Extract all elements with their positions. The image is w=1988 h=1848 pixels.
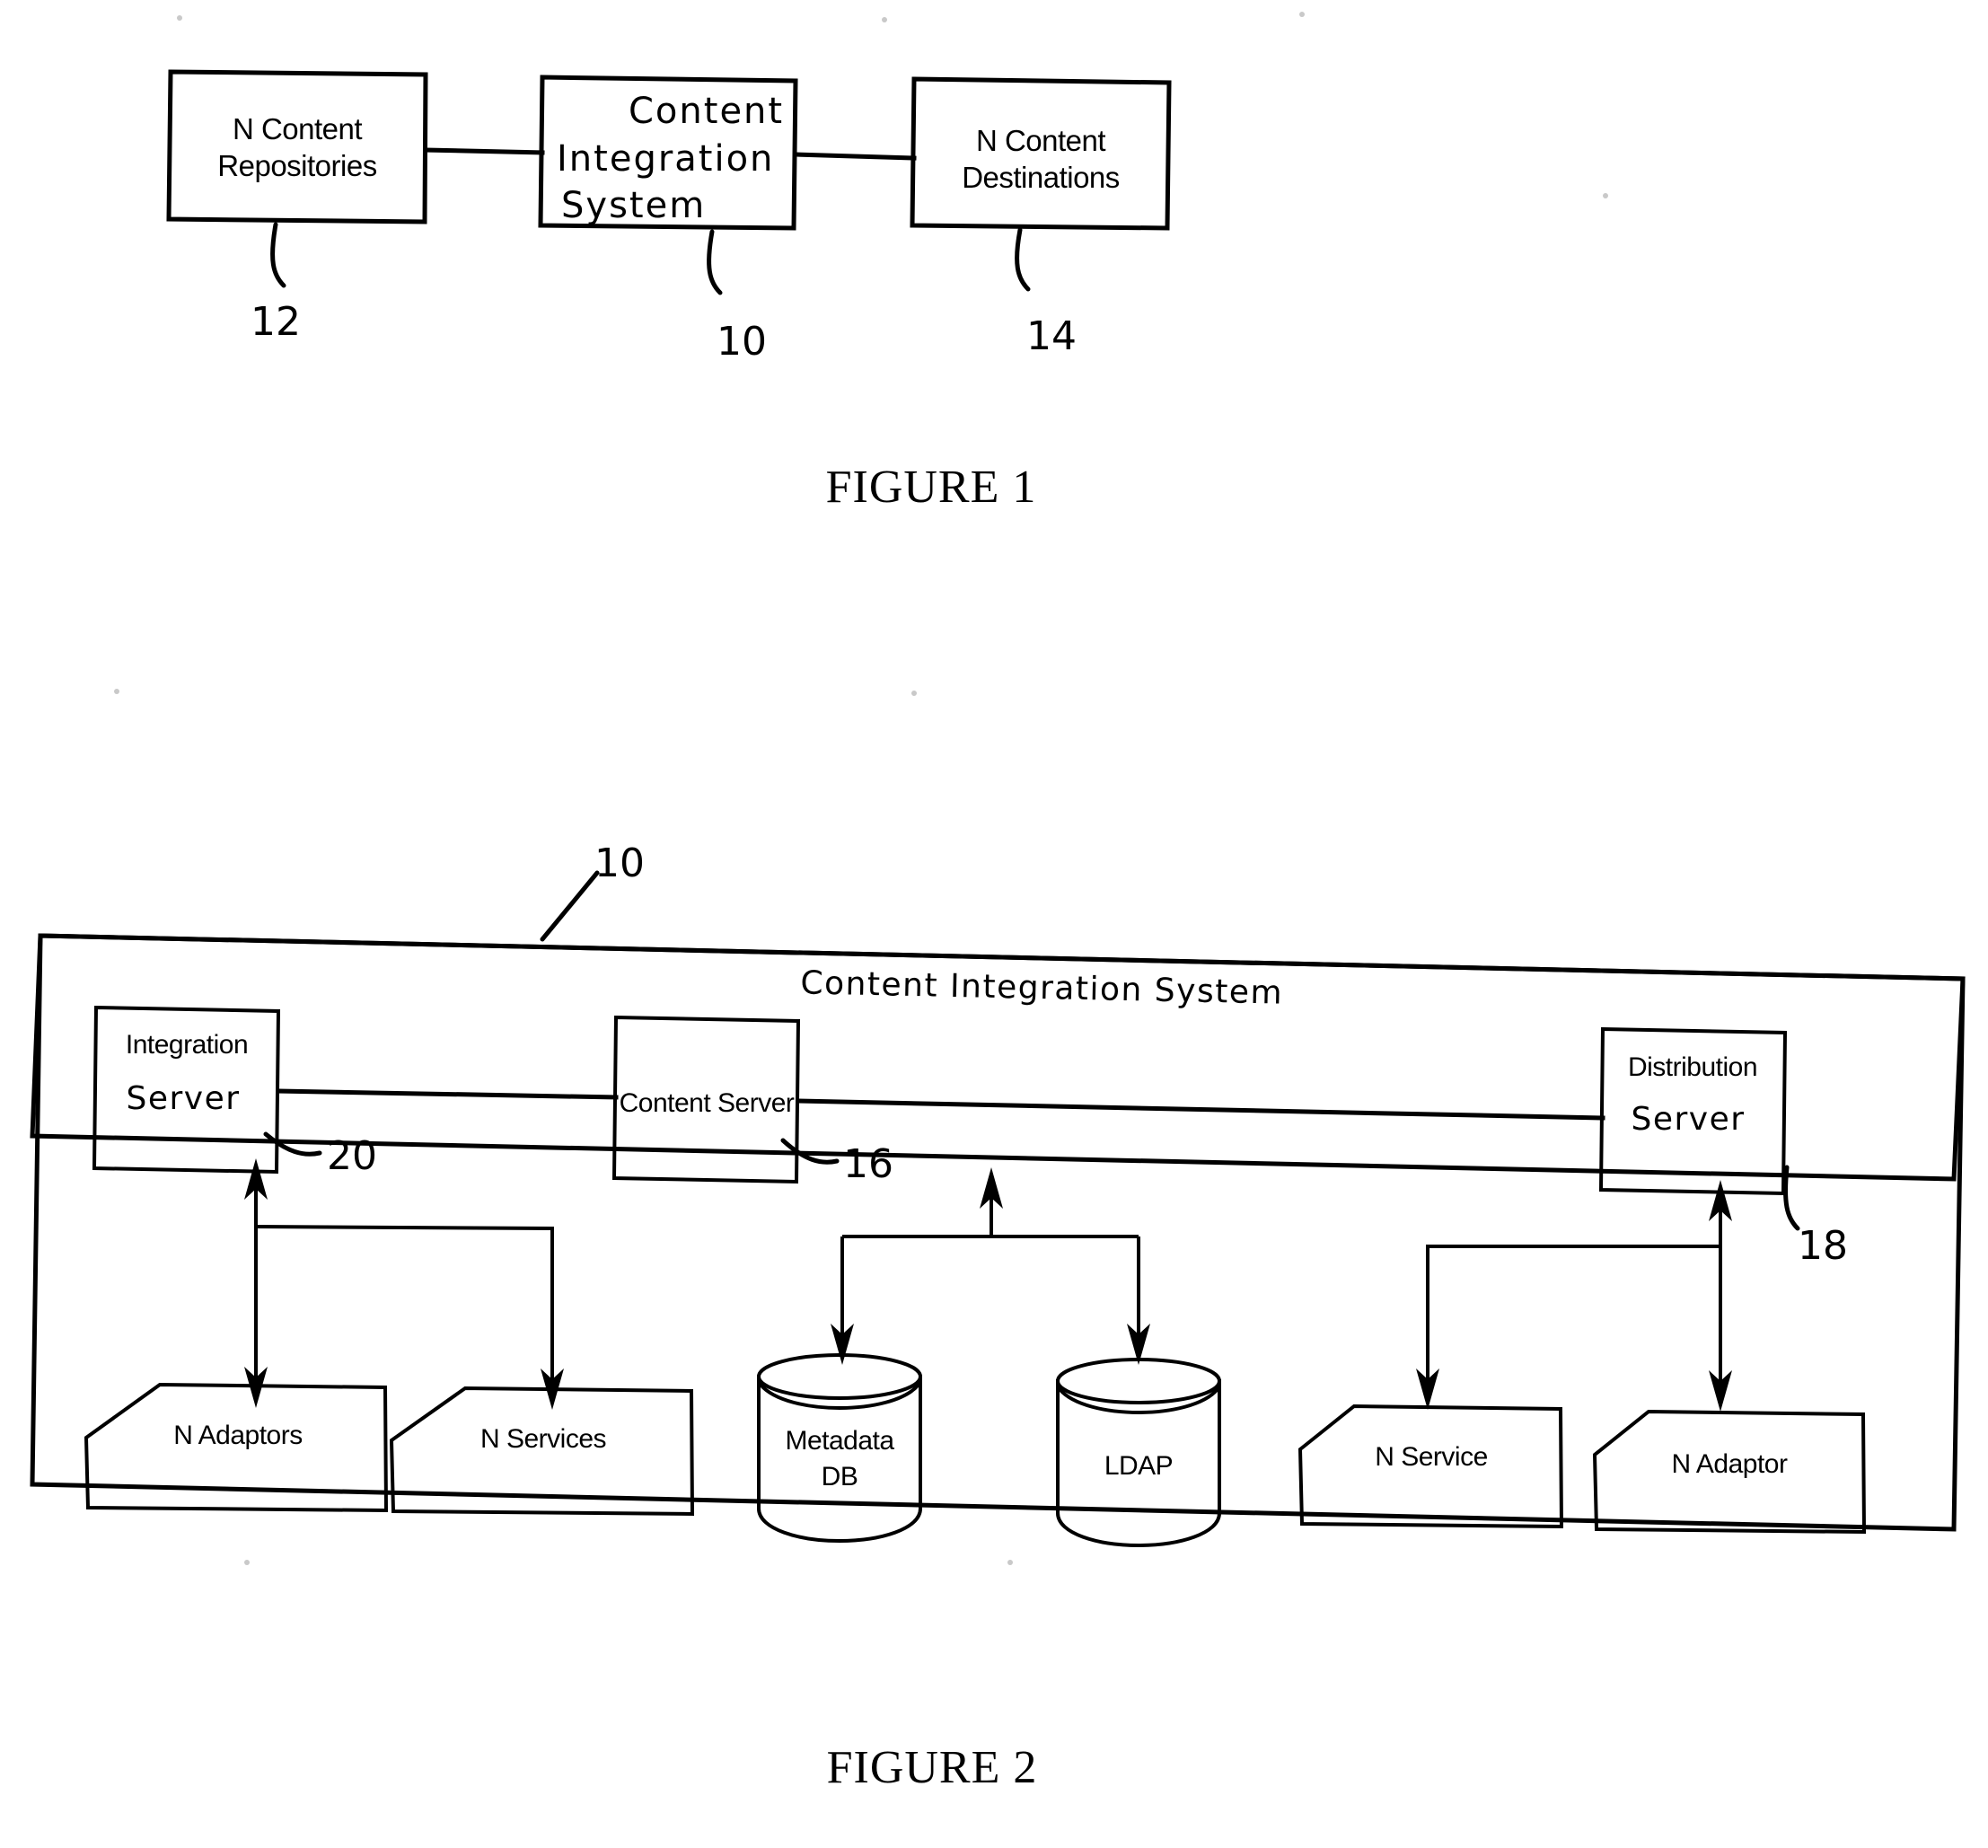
figure-1-group: N Content Repositories Content Integrati… [166,69,1172,513]
ref-10-fig2-text: 10 [594,840,645,886]
reference-numeral-18: 18 [1783,1165,1848,1269]
connector-integration-to-content [276,1088,619,1100]
block-content-integration-system: Content Integration System [538,75,798,231]
cis-line-2: Integration [557,138,774,180]
n-service-label: N Service [1375,1442,1488,1472]
cis-line-1: Content [629,91,784,132]
system-box-label: Content Integration System [800,964,1283,1011]
figure-2-group: Content Integration System 10 Integratio… [30,840,1966,1793]
block-content-repositories: N Content Repositories [166,69,428,224]
reference-numeral-10: 10 [707,229,767,365]
ref-16-text: 16 [843,1141,893,1187]
server-content-server: Content Server [611,1015,801,1184]
patent-drawing-sheet: N Content Repositories Content Integrati… [0,0,1988,1848]
scan-artifacts [114,12,1608,1565]
system-outer-box-full [30,933,1966,1532]
connector-content-to-distribution [796,1098,1605,1121]
ldap-label-line-1: LDAP [1104,1451,1173,1481]
block-content-destinations: N Content Destinations [910,76,1172,231]
metadata-db-label-line-2: DB [822,1462,858,1492]
reference-numeral-16: 16 [780,1138,893,1187]
n-adaptor-label: N Adaptor [1672,1449,1788,1479]
integration-server-printed-label: Integration [126,1030,248,1060]
integration-server-handwritten-label: Server [126,1080,240,1117]
figure-2-caption: FIGURE 2 [827,1742,1038,1793]
cis-line-3: System [561,185,706,226]
content-destinations-line-1: N Content [976,124,1105,157]
content-repositories-line-2: Repositories [217,149,376,182]
server-distribution-server: Distribution Server [1598,1026,1788,1196]
branch-integration-server [244,1158,564,1410]
content-server-printed-label: Content Server [620,1088,795,1118]
branch-distribution-server [1416,1180,1732,1412]
node-n-service: N Service [1297,1404,1564,1529]
node-ldap: LDAP [1056,1358,1221,1548]
ref-18-text: 18 [1798,1223,1848,1269]
node-n-adaptor: N Adaptor [1592,1409,1867,1535]
n-services-label: N Services [480,1424,606,1454]
metadata-db-label-line-1: Metadata [785,1426,894,1456]
distribution-server-handwritten-label: Server [1631,1101,1745,1138]
distribution-server-printed-label: Distribution [1628,1052,1757,1082]
ref-20-text: 20 [327,1133,377,1179]
ref-10-text: 10 [717,319,767,365]
reference-numeral-12: 12 [251,222,301,345]
connector-repositories-to-cis [423,147,545,155]
node-metadata-db: Metadata DB [757,1353,922,1544]
branch-content-server [831,1167,1150,1365]
figure-1-caption: FIGURE 1 [826,462,1037,513]
connector-cis-to-destinations [793,152,917,161]
server-integration-server: Integration Server [92,1005,281,1175]
ref-12-text: 12 [251,299,301,345]
reference-numeral-14: 14 [1015,227,1077,359]
reference-numeral-10-fig2: 10 [540,840,645,942]
figure-canvas: N Content Repositories Content Integrati… [30,12,1966,1793]
n-adaptors-label: N Adaptors [173,1421,302,1450]
content-destinations-line-2: Destinations [962,161,1120,194]
content-repositories-line-1: N Content [233,112,362,145]
ref-14-text: 14 [1026,313,1077,359]
